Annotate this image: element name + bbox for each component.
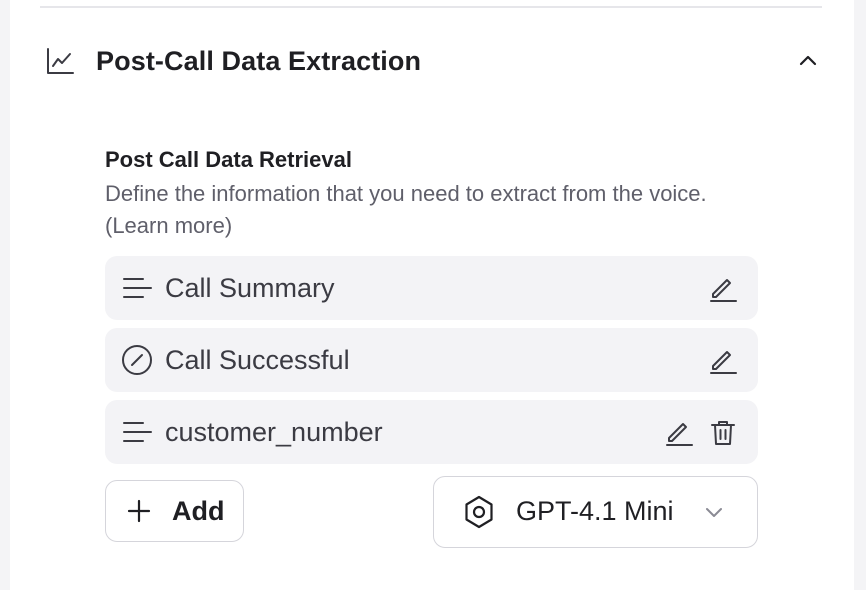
pencil-icon [709, 346, 737, 374]
section-divider [40, 6, 822, 8]
delete-button[interactable] [707, 416, 739, 448]
chevron-up-icon [796, 49, 820, 73]
gear-icon [462, 495, 496, 529]
chevron-down-icon [702, 500, 726, 524]
add-button-label: Add [172, 495, 225, 526]
model-select[interactable]: GPT-4.1 Mini [433, 476, 758, 548]
retrieval-description: Define the information that you need to … [105, 181, 707, 238]
section-header[interactable]: Post-Call Data Extraction [44, 36, 824, 86]
edit-button[interactable] [663, 416, 695, 448]
edit-button[interactable] [707, 272, 739, 304]
section-title: Post-Call Data Extraction [96, 45, 422, 76]
text-lines-icon [121, 272, 153, 304]
retrieval-title: Post Call Data Retrieval [105, 147, 352, 172]
collapse-button[interactable] [792, 45, 824, 77]
list-item[interactable]: Call Successful [105, 328, 758, 392]
model-select-value: GPT-4.1 Mini [516, 496, 674, 526]
item-label: customer_number [165, 416, 383, 447]
list-item[interactable]: Call Summary [105, 256, 758, 320]
trash-icon [709, 418, 737, 446]
pencil-icon [709, 274, 737, 302]
edit-button[interactable] [707, 344, 739, 376]
text-lines-icon [121, 416, 153, 448]
item-label: Call Successful [165, 344, 350, 375]
item-label: Call Summary [165, 272, 335, 303]
list-item[interactable]: customer_number [105, 400, 758, 464]
circle-slash-icon [121, 344, 153, 376]
add-button[interactable]: Add [105, 480, 244, 542]
plus-icon [126, 498, 152, 524]
pencil-icon [665, 418, 693, 446]
line-chart-icon [44, 45, 76, 77]
